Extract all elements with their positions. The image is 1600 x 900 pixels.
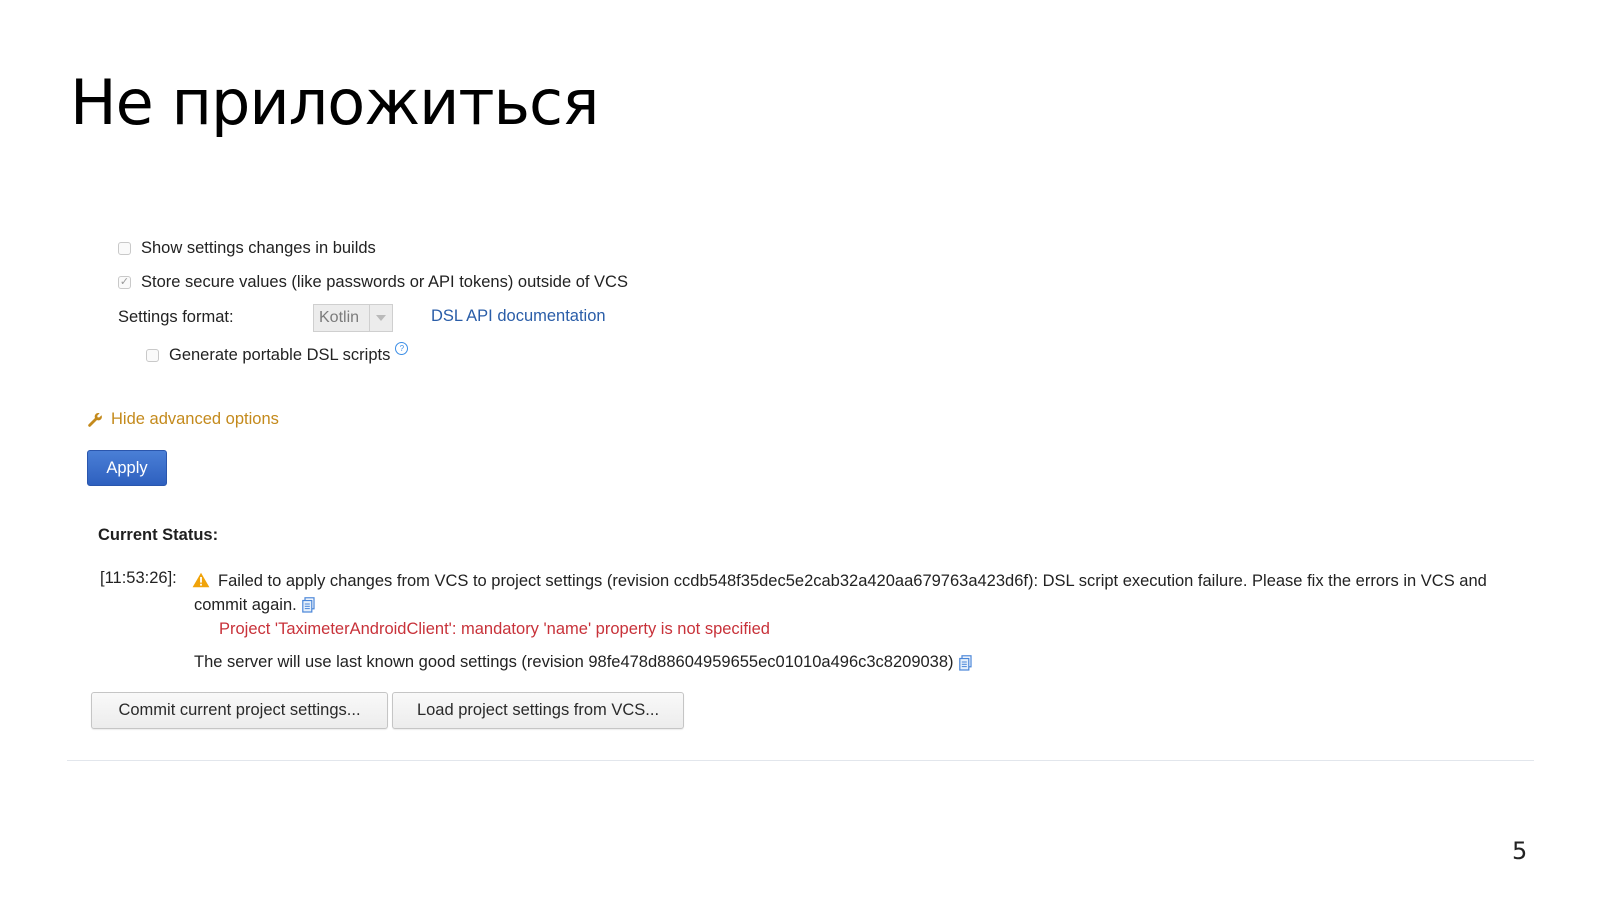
chevron-down-icon[interactable] <box>369 305 392 331</box>
show-settings-changes-checkbox[interactable] <box>118 242 131 255</box>
warning-icon <box>192 572 210 588</box>
settings-format-value: Kotlin <box>319 309 360 326</box>
portable-dsl-checkbox[interactable] <box>146 349 159 362</box>
commit-current-settings-button[interactable]: Commit current project settings... <box>91 692 388 729</box>
wrench-icon <box>88 412 102 427</box>
checkmark-icon: ✓ <box>119 276 130 288</box>
settings-format-select[interactable]: Kotlin <box>313 304 393 332</box>
store-secure-values-row[interactable]: ✓ Store secure values (like passwords or… <box>118 273 628 292</box>
dsl-api-documentation-link[interactable]: DSL API documentation <box>431 307 606 326</box>
help-icon[interactable]: ? <box>395 342 409 355</box>
settings-format-label-row: Settings format: <box>118 308 234 327</box>
status-warning-message: Failed to apply changes from VCS to proj… <box>192 569 1514 617</box>
status-timestamp: [11:53:26]: <box>100 569 177 587</box>
apply-button[interactable]: Apply <box>87 450 167 486</box>
hide-advanced-options-label: Hide advanced options <box>111 410 279 428</box>
section-divider <box>67 760 1534 761</box>
warning-text: Failed to apply changes from VCS to proj… <box>194 572 1487 614</box>
versioned-settings-panel: Show settings changes in builds ✓ Store … <box>0 0 1600 900</box>
store-secure-values-label: Store secure values (like passwords or A… <box>141 273 628 291</box>
portable-dsl-row[interactable]: Generate portable DSL scripts ? <box>146 342 409 365</box>
show-settings-changes-row[interactable]: Show settings changes in builds <box>118 239 376 258</box>
current-status-heading: Current Status: <box>98 526 219 544</box>
portable-dsl-label: Generate portable DSL scripts <box>169 346 391 364</box>
copy-icon[interactable] <box>958 654 972 671</box>
status-fallback-message: The server will use last known good sett… <box>194 653 972 672</box>
store-secure-values-checkbox[interactable]: ✓ <box>118 276 131 289</box>
dsl-doc-link-row: DSL API documentation <box>431 307 606 326</box>
settings-format-label: Settings format: <box>118 308 234 326</box>
status-error-detail: Project 'TaximeterAndroidClient': mandat… <box>219 620 770 638</box>
copy-icon[interactable] <box>301 597 315 613</box>
page-number: 5 <box>1512 837 1528 865</box>
fallback-text: The server will use last known good sett… <box>194 653 954 671</box>
load-settings-from-vcs-button[interactable]: Load project settings from VCS... <box>392 692 684 729</box>
show-settings-changes-label: Show settings changes in builds <box>141 239 376 257</box>
hide-advanced-options-toggle[interactable]: Hide advanced options <box>87 410 279 429</box>
